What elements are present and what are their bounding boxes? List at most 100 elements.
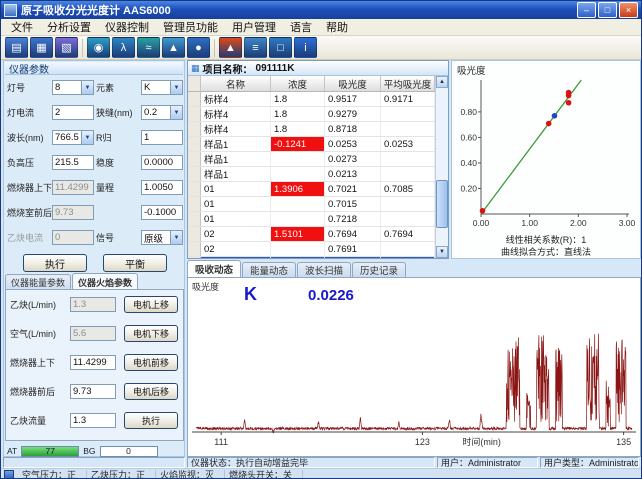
svg-text:2.00: 2.00 — [570, 218, 587, 228]
gain-icon[interactable]: ▲ — [162, 37, 185, 58]
table-row[interactable]: 标样41.80.8718 — [188, 122, 435, 137]
execute-button[interactable]: 执行 — [23, 254, 87, 272]
acetylene-current-field[interactable]: 0 — [52, 230, 94, 245]
concentration-cell: 1.5101 — [271, 227, 325, 241]
concentration-cell — [271, 242, 325, 256]
param-row: 燃烧器上下11.4299量程1.0050 — [7, 179, 183, 196]
menu-analysis-settings[interactable]: 分析设置 — [40, 18, 98, 36]
zero-offset-field[interactable]: -0.1000 — [141, 205, 183, 220]
scroll-down-icon[interactable]: ▼ — [436, 246, 448, 258]
burner-horizontal-label: 燃烧室前后 — [7, 206, 52, 219]
lamp-number-dropdown-icon[interactable]: ▼ — [81, 81, 93, 94]
table-scrollbar[interactable]: ▲ ▼ — [435, 76, 448, 258]
burner-switch-status: 燃烧头开关：关 — [225, 470, 303, 479]
wavelength-dropdown-icon[interactable]: ▼ — [81, 131, 93, 144]
table-row[interactable]: 标样41.80.9279 — [188, 107, 435, 122]
table-row[interactable]: 样品10.0273 — [188, 152, 435, 167]
table-row[interactable]: 010.7218 — [188, 212, 435, 227]
motor-forward-button[interactable]: 电机前移 — [124, 354, 178, 371]
flame-execute-button[interactable]: 执行 — [124, 412, 178, 429]
r-value-field[interactable]: 1 — [141, 130, 183, 145]
save-project-icon[interactable]: ▦ — [30, 37, 53, 58]
name-cell: 样品1 — [201, 137, 271, 151]
tab-absorb-dynamic[interactable]: 吸收动态 — [187, 260, 241, 277]
slit-width-label: 狭缝(nm) — [96, 106, 141, 119]
maximize-button[interactable]: □ — [598, 2, 617, 18]
menu-help[interactable]: 帮助 — [319, 18, 355, 36]
element-field[interactable]: K▼ — [141, 80, 183, 95]
svg-text:135: 135 — [616, 437, 631, 447]
svg-text:0.80: 0.80 — [460, 107, 477, 117]
range-label: 量程 — [96, 181, 141, 194]
balance-button[interactable]: 平衡 — [103, 254, 167, 272]
instrument-status: 仪器状态：执行自动增益完毕 — [187, 457, 435, 468]
concentration-cell: -0.1241 — [271, 137, 325, 151]
menu-admin-functions[interactable]: 管理员功能 — [156, 18, 225, 36]
motor-down-button[interactable]: 电机下移 — [124, 325, 178, 342]
avg-absorbance-cell: 0.0253 — [381, 137, 435, 151]
table-row[interactable]: 标样41.80.95170.9171 — [188, 92, 435, 107]
acetylene-flow-set-field[interactable]: 1.3 — [70, 413, 116, 428]
table-row[interactable]: 010.7015 — [188, 197, 435, 212]
table-row[interactable]: 011.39060.70210.7085 — [188, 182, 435, 197]
energy-icon[interactable]: ≈ — [137, 37, 160, 58]
lamp-icon[interactable]: ◉ — [87, 37, 110, 58]
table-row[interactable]: 020.7694 — [188, 257, 435, 258]
table-row[interactable]: 样品10.0213 — [188, 167, 435, 182]
project-bar: ▦ 项目名称： 091111K — [188, 61, 448, 76]
about-icon[interactable]: i — [294, 37, 317, 58]
negative-hv-field[interactable]: 215.5 — [52, 155, 94, 170]
slit-width-dropdown-icon[interactable]: ▼ — [170, 106, 182, 119]
burner-horizontal-set-field[interactable]: 9.73 — [70, 384, 116, 399]
tab-history[interactable]: 历史记录 — [352, 262, 406, 277]
stability-field[interactable]: 0.0000 — [141, 155, 183, 170]
balance-icon[interactable]: ≡ — [244, 37, 267, 58]
tab-energy-params[interactable]: 仪器能量参数 — [5, 274, 71, 290]
table-row[interactable]: 样品1-0.12410.02530.0253 — [188, 137, 435, 152]
new-project-icon[interactable]: ▤ — [5, 37, 28, 58]
concentration-cell: 1.8 — [271, 107, 325, 121]
menu-user-management[interactable]: 用户管理 — [225, 18, 283, 36]
air-flow-field[interactable]: 5.6 — [70, 326, 116, 341]
motor-up-button[interactable]: 电机上移 — [124, 296, 178, 313]
monitor-icon[interactable]: □ — [269, 37, 292, 58]
burner-vertical-set-field[interactable]: 11.4299 — [70, 355, 116, 370]
minimize-button[interactable]: – — [577, 2, 596, 18]
menu-file[interactable]: 文件 — [4, 18, 40, 36]
element-dropdown-icon[interactable]: ▼ — [170, 81, 182, 94]
tab-flame-params[interactable]: 仪器火焰参数 — [72, 273, 138, 290]
burner-horizontal-set-label: 燃烧器前后 — [10, 385, 70, 398]
lamp-current-field[interactable]: 2 — [52, 105, 94, 120]
table-row[interactable]: 021.51010.76940.7694 — [188, 227, 435, 242]
signal-mode-dropdown-icon[interactable]: ▼ — [170, 231, 182, 244]
motor-backward-button[interactable]: 电机后移 — [124, 383, 178, 400]
tab-wavelength-scan[interactable]: 波长扫描 — [297, 262, 351, 277]
name-cell: 02 — [201, 257, 271, 258]
dynamic-chart: 111123135时间(min) — [190, 300, 638, 454]
project-name-value: 091111K — [256, 63, 295, 74]
burner-horizontal-field[interactable]: 9.73 — [52, 205, 94, 220]
signal-mode-field[interactable]: 原级▼ — [141, 230, 183, 245]
scroll-up-icon[interactable]: ▲ — [436, 76, 448, 88]
avg-absorbance-cell — [381, 122, 435, 136]
scrollbar-thumb[interactable] — [436, 180, 448, 228]
burner-vertical-field[interactable]: 11.4299 — [52, 180, 94, 195]
acetylene-flow-field[interactable]: 1.3 — [70, 297, 116, 312]
tab-energy-dynamic[interactable]: 能量动态 — [242, 262, 296, 277]
row-selector-cell — [188, 107, 201, 121]
wavelength-field[interactable]: 766.5▼ — [52, 130, 94, 145]
status-indicator-icon — [4, 470, 14, 479]
dynamic-panel: 吸收动态能量动态波长扫描历史记录 吸光度 K 0.0226 111123135时… — [187, 261, 641, 457]
slit-width-field[interactable]: 0.2▼ — [141, 105, 183, 120]
flame-icon[interactable]: ▲ — [219, 37, 242, 58]
wavelength-icon[interactable]: λ — [112, 37, 135, 58]
close-button[interactable]: × — [619, 2, 638, 18]
measure-icon[interactable]: ● — [187, 37, 210, 58]
table-row[interactable]: 020.7691 — [188, 242, 435, 257]
menu-instrument-control[interactable]: 仪器控制 — [98, 18, 156, 36]
menu-language[interactable]: 语言 — [283, 18, 319, 36]
negative-hv-label: 负高压 — [7, 156, 52, 169]
range-field[interactable]: 1.0050 — [141, 180, 183, 195]
lamp-number-field[interactable]: 8▼ — [52, 80, 94, 95]
report-icon[interactable]: ▧ — [55, 37, 78, 58]
